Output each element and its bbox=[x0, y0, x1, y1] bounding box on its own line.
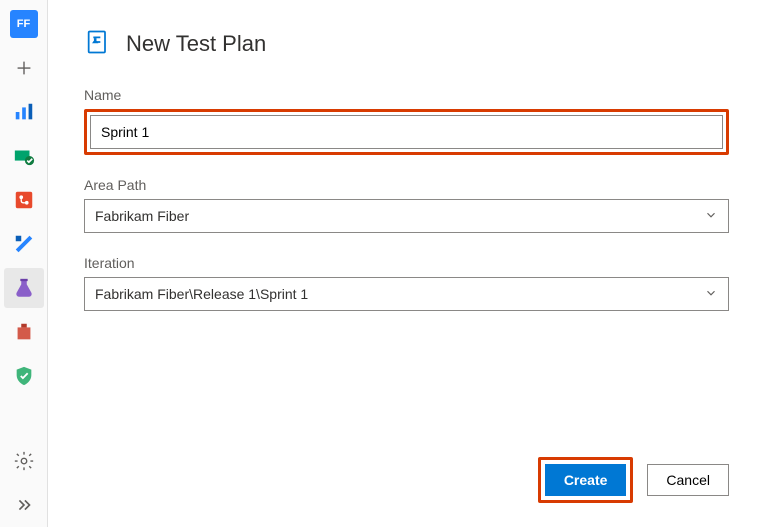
main-content: New Test Plan Name Area Path Fabrikam Fi… bbox=[48, 0, 765, 527]
dialog-footer: Create Cancel bbox=[84, 457, 729, 503]
area-path-label: Area Path bbox=[84, 177, 729, 193]
sidebar-item-artifacts[interactable] bbox=[4, 312, 44, 352]
iteration-value: Fabrikam Fiber\Release 1\Sprint 1 bbox=[95, 286, 308, 302]
shield-check-icon bbox=[13, 365, 35, 387]
chevron-down-icon bbox=[704, 208, 718, 225]
test-plan-heading-icon bbox=[84, 28, 112, 59]
gear-icon bbox=[13, 450, 35, 472]
sidebar-item-boards[interactable] bbox=[4, 136, 44, 176]
area-path-value: Fabrikam Fiber bbox=[95, 208, 189, 224]
sidebar-item-overview[interactable] bbox=[4, 92, 44, 132]
sidebar-item-add[interactable] bbox=[4, 48, 44, 88]
sidebar-item-expand[interactable] bbox=[4, 485, 44, 525]
cancel-button[interactable]: Cancel bbox=[647, 464, 729, 496]
create-highlight: Create bbox=[538, 457, 634, 503]
dashboard-icon bbox=[13, 101, 35, 123]
field-area-path: Area Path Fabrikam Fiber bbox=[84, 177, 729, 233]
pipelines-icon bbox=[13, 233, 35, 255]
chevrons-right-icon bbox=[13, 494, 35, 516]
project-logo[interactable]: FF bbox=[10, 10, 38, 38]
boards-icon bbox=[13, 145, 35, 167]
sidebar-item-test-plans[interactable] bbox=[4, 268, 44, 308]
field-iteration: Iteration Fabrikam Fiber\Release 1\Sprin… bbox=[84, 255, 729, 311]
name-highlight bbox=[84, 109, 729, 155]
sidebar-item-compliance[interactable] bbox=[4, 356, 44, 396]
chevron-down-icon bbox=[704, 286, 718, 303]
page-header: New Test Plan bbox=[84, 28, 729, 59]
repos-icon bbox=[13, 189, 35, 211]
name-input[interactable] bbox=[90, 115, 723, 149]
sidebar-item-settings[interactable] bbox=[4, 441, 44, 481]
test-plans-icon bbox=[13, 277, 35, 299]
iteration-label: Iteration bbox=[84, 255, 729, 271]
field-name: Name bbox=[84, 87, 729, 155]
sidebar: FF bbox=[0, 0, 48, 527]
name-label: Name bbox=[84, 87, 729, 103]
sidebar-item-repos[interactable] bbox=[4, 180, 44, 220]
artifacts-icon bbox=[13, 321, 35, 343]
iteration-dropdown[interactable]: Fabrikam Fiber\Release 1\Sprint 1 bbox=[84, 277, 729, 311]
page-title: New Test Plan bbox=[126, 31, 266, 57]
create-button[interactable]: Create bbox=[545, 464, 627, 496]
plus-icon bbox=[13, 57, 35, 79]
sidebar-item-pipelines[interactable] bbox=[4, 224, 44, 264]
area-path-dropdown[interactable]: Fabrikam Fiber bbox=[84, 199, 729, 233]
